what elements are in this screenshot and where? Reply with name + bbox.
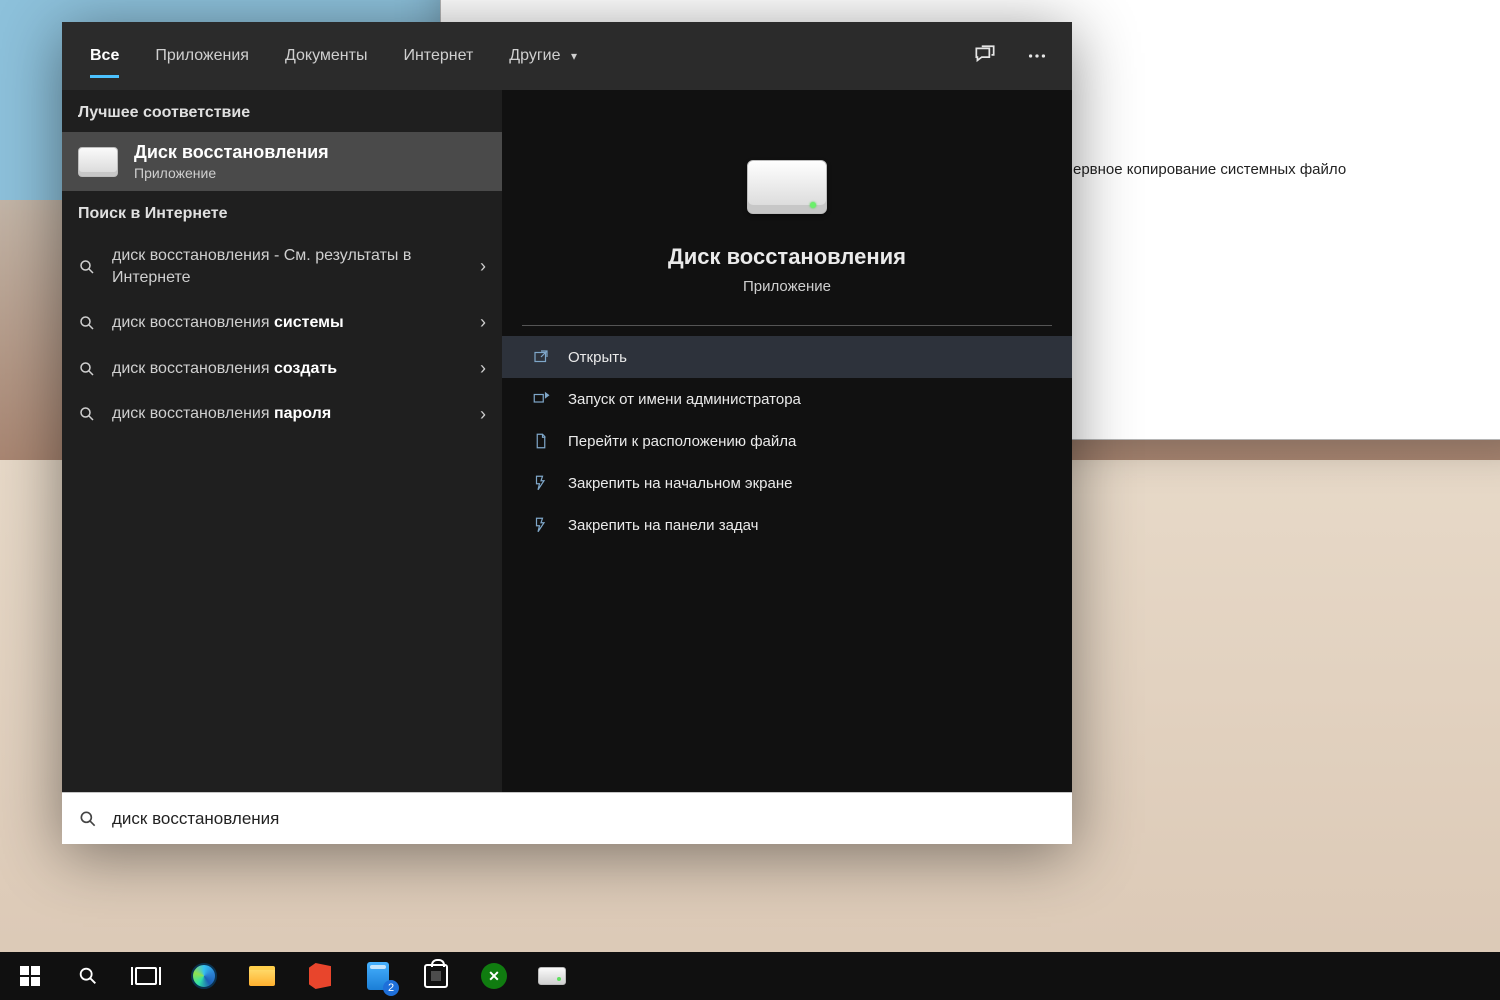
action-label: Закрепить на начальном экране bbox=[568, 475, 792, 492]
drive-icon bbox=[538, 967, 566, 985]
taskbar-app-recovery-drive[interactable] bbox=[526, 952, 578, 1000]
tab-all[interactable]: Все bbox=[72, 25, 137, 88]
taskbar-app-store[interactable] bbox=[410, 952, 462, 1000]
tab-label: Приложения bbox=[155, 47, 249, 64]
best-match-title: Диск восстановления bbox=[134, 142, 329, 163]
tab-label: Все bbox=[90, 47, 119, 64]
pin-icon bbox=[532, 474, 552, 492]
search-tabs: Все Приложения Документы Интернет Другие… bbox=[62, 22, 1072, 90]
search-icon bbox=[78, 405, 98, 423]
tab-apps[interactable]: Приложения bbox=[137, 25, 267, 88]
results-left-column: Лучшее соответствие Диск восстановления … bbox=[62, 90, 502, 792]
web-result-item[interactable]: диск восстановления - См. результаты в И… bbox=[62, 233, 502, 300]
tab-label: Интернет bbox=[403, 47, 473, 64]
edge-icon bbox=[191, 963, 217, 989]
search-box[interactable] bbox=[62, 792, 1072, 844]
taskbar-app-xbox[interactable] bbox=[468, 952, 520, 1000]
web-result-text: диск восстановления системы bbox=[112, 312, 466, 334]
xbox-icon bbox=[481, 963, 507, 989]
web-result-item[interactable]: диск восстановления системы › bbox=[62, 300, 502, 346]
chevron-right-icon: › bbox=[480, 256, 486, 277]
preview-actions: Открыть Запуск от имени администратора П… bbox=[502, 336, 1072, 566]
taskbar-app-edge[interactable] bbox=[178, 952, 230, 1000]
search-icon bbox=[78, 258, 98, 276]
office-icon bbox=[309, 963, 331, 989]
search-icon bbox=[77, 965, 99, 987]
chevron-down-icon: ▾ bbox=[571, 49, 577, 63]
best-match-item[interactable]: Диск восстановления Приложение bbox=[62, 132, 502, 191]
web-result-item[interactable]: диск восстановления создать › bbox=[62, 346, 502, 392]
action-label: Открыть bbox=[568, 349, 627, 366]
more-icon[interactable] bbox=[1012, 36, 1062, 76]
action-pin-to-start[interactable]: Закрепить на начальном экране bbox=[502, 462, 1072, 504]
taskbar-app-explorer[interactable] bbox=[236, 952, 288, 1000]
web-result-text: диск восстановления - См. результаты в И… bbox=[112, 245, 466, 288]
folder-icon bbox=[532, 432, 552, 450]
web-result-text: диск восстановления создать bbox=[112, 358, 466, 380]
chevron-right-icon: › bbox=[480, 312, 486, 333]
task-view-icon bbox=[135, 967, 157, 985]
folder-icon bbox=[249, 966, 275, 986]
preview-pane: Диск восстановления Приложение Открыть З… bbox=[502, 90, 1072, 792]
tab-web[interactable]: Интернет bbox=[385, 25, 491, 88]
search-input[interactable] bbox=[112, 809, 1056, 829]
drive-icon bbox=[78, 147, 118, 177]
action-pin-to-taskbar[interactable]: Закрепить на панели задач bbox=[502, 504, 1072, 546]
action-label: Закрепить на панели задач bbox=[568, 517, 759, 534]
action-open-file-location[interactable]: Перейти к расположению файла bbox=[502, 420, 1072, 462]
pin-icon bbox=[532, 516, 552, 534]
best-match-label: Лучшее соответствие bbox=[62, 90, 502, 132]
taskbar-app-films[interactable]: 2 bbox=[352, 952, 404, 1000]
drive-icon bbox=[747, 160, 827, 214]
chevron-right-icon: › bbox=[480, 358, 486, 379]
web-result-text: диск восстановления пароля bbox=[112, 403, 466, 425]
action-open[interactable]: Открыть bbox=[502, 336, 1072, 378]
taskbar-app-office[interactable] bbox=[294, 952, 346, 1000]
chevron-right-icon: › bbox=[480, 404, 486, 425]
preview-subtitle: Приложение bbox=[743, 278, 831, 295]
search-icon bbox=[78, 314, 98, 332]
feedback-icon[interactable] bbox=[958, 36, 1012, 76]
store-icon bbox=[424, 964, 448, 988]
taskbar: 2 bbox=[0, 952, 1500, 1000]
task-view-button[interactable] bbox=[120, 952, 172, 1000]
preview-title: Диск восстановления bbox=[668, 244, 906, 270]
action-run-as-admin[interactable]: Запуск от имени администратора bbox=[502, 378, 1072, 420]
search-icon bbox=[78, 809, 98, 829]
windows-logo-icon bbox=[20, 966, 40, 986]
tab-label: Документы bbox=[285, 47, 367, 64]
search-panel: Все Приложения Документы Интернет Другие… bbox=[62, 22, 1072, 844]
web-search-label: Поиск в Интернете bbox=[62, 191, 502, 233]
web-result-item[interactable]: диск восстановления пароля › bbox=[62, 391, 502, 437]
start-button[interactable] bbox=[4, 952, 56, 1000]
open-icon bbox=[532, 348, 552, 366]
tab-label: Другие bbox=[509, 47, 560, 64]
search-icon bbox=[78, 360, 98, 378]
tab-more[interactable]: Другие ▾ bbox=[491, 25, 595, 88]
shield-icon bbox=[532, 390, 552, 408]
action-label: Запуск от имени администратора bbox=[568, 391, 801, 408]
action-label: Перейти к расположению файла bbox=[568, 433, 796, 450]
tab-documents[interactable]: Документы bbox=[267, 25, 385, 88]
background-window-text: ервное копирование системных файло bbox=[1073, 161, 1346, 178]
best-match-subtitle: Приложение bbox=[134, 165, 329, 181]
divider bbox=[522, 325, 1052, 326]
taskbar-search-button[interactable] bbox=[62, 952, 114, 1000]
taskbar-badge: 2 bbox=[383, 980, 399, 996]
